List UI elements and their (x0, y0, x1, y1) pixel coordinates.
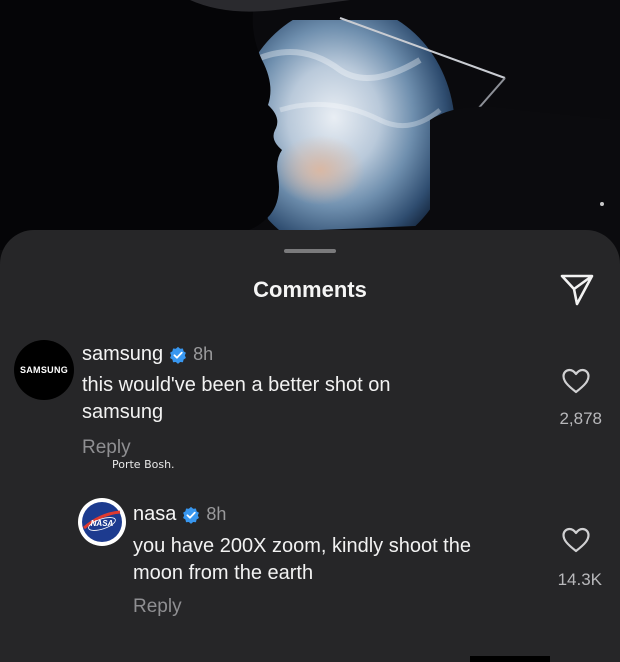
comments-sheet: Comments SAMSUNG samsung 8h this would'v… (0, 230, 620, 662)
samsung-logo: SAMSUNG (19, 365, 69, 375)
avatar-samsung[interactable]: SAMSUNG (14, 340, 74, 400)
nasa-logo: NASA (82, 502, 122, 542)
sheet-title: Comments (253, 277, 367, 302)
like-count: 2,878 (559, 409, 602, 428)
avatar-nasa[interactable]: NASA (78, 498, 126, 546)
comment-header: nasa 8h (133, 503, 226, 526)
verified-badge-icon (170, 346, 187, 364)
reply-button[interactable]: Reply (82, 437, 131, 459)
like-heart-icon[interactable] (561, 367, 591, 395)
comment-text: you have 200X zoom, kindly shoot the moo… (133, 533, 471, 587)
watermark-text: Porte Bosh. (112, 458, 175, 471)
like-count: 14.3K (557, 570, 602, 589)
earth-window-image (0, 0, 620, 250)
comment-text-line: moon from the earth (133, 562, 314, 584)
like-heart-icon[interactable] (561, 526, 591, 554)
reply-button[interactable]: Reply (133, 596, 182, 618)
sheet-grabber[interactable] (284, 249, 336, 253)
comment-text-line: this would've been a better shot on (82, 374, 391, 396)
comment-text-line: you have 200X zoom, kindly shoot the (133, 535, 471, 557)
comment-time: 8h (193, 344, 214, 364)
verified-badge-icon (183, 506, 200, 524)
send-icon[interactable] (558, 272, 596, 308)
nasa-logo-text: NASA (91, 519, 114, 528)
username-samsung[interactable]: samsung (82, 343, 163, 366)
username-nasa[interactable]: nasa (133, 503, 176, 526)
comment-header: samsung 8h (82, 343, 213, 366)
comment-text: this would've been a better shot on sams… (82, 372, 390, 426)
comment-text-line: samsung (82, 401, 164, 423)
home-indicator (470, 656, 550, 662)
post-photo (0, 0, 620, 250)
comment-time: 8h (206, 504, 227, 524)
